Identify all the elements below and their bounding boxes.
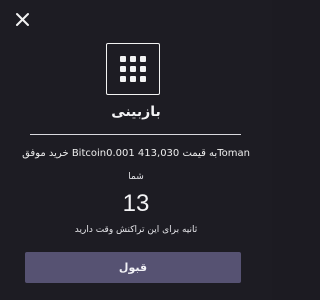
modal-title: بازبینی bbox=[111, 104, 161, 120]
close-icon bbox=[16, 13, 29, 26]
purchase-description: خرید موفق Bitcoin0.001 به قیمت 413,030To… bbox=[22, 148, 250, 159]
divider bbox=[30, 134, 241, 135]
accept-button[interactable]: قبول bbox=[25, 252, 241, 283]
countdown-seconds: 13 bbox=[122, 190, 150, 217]
your-label: شما bbox=[128, 172, 144, 182]
review-modal: بازبینی خرید موفق Bitcoin0.001 به قیمت 4… bbox=[0, 0, 272, 300]
grid-logo-icon bbox=[106, 43, 160, 95]
countdown-text: ثانیه برای این تراکنش وقت دارید bbox=[74, 225, 198, 235]
close-button[interactable] bbox=[14, 11, 32, 29]
